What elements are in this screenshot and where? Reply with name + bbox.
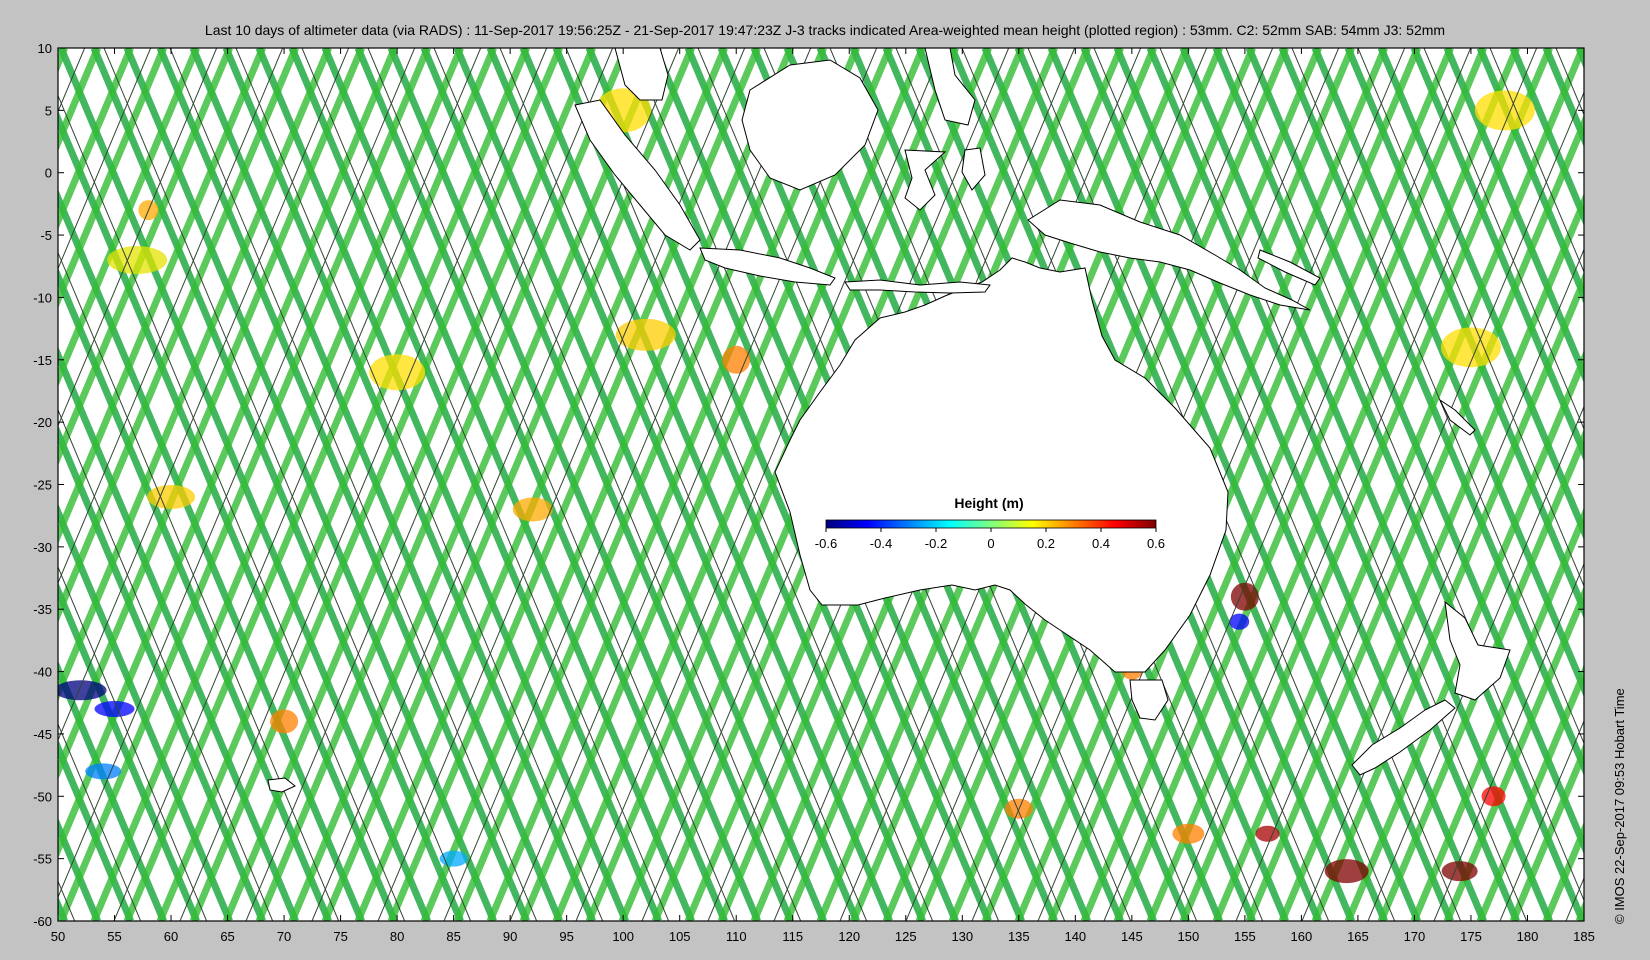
height-anomaly xyxy=(270,709,299,734)
x-tick-label: 170 xyxy=(1404,929,1426,944)
y-tick-label: 5 xyxy=(45,103,52,118)
x-tick-label: 150 xyxy=(1178,929,1200,944)
height-anomaly xyxy=(1441,861,1478,882)
x-tick-label: 110 xyxy=(726,929,747,944)
track-ascending xyxy=(1645,48,1650,921)
x-tick-label: 155 xyxy=(1234,929,1256,944)
x-tick-label: 135 xyxy=(1008,929,1030,944)
y-tick-label: -50 xyxy=(33,789,52,804)
y-tick-label: -45 xyxy=(33,727,52,742)
j3-track xyxy=(1632,48,1650,921)
x-tick-label: 95 xyxy=(559,929,573,944)
y-tick-label: -10 xyxy=(33,290,52,305)
colorbar-tick-label: 0.6 xyxy=(1147,536,1165,551)
x-tick-label: 130 xyxy=(951,929,973,944)
height-anomaly xyxy=(512,497,553,522)
track-descending xyxy=(0,48,32,921)
j3-track xyxy=(0,48,19,921)
x-tick-label: 85 xyxy=(446,929,460,944)
y-tick-label: 0 xyxy=(45,166,52,181)
x-tick-label: 100 xyxy=(612,929,634,944)
x-tick-label: 175 xyxy=(1460,929,1482,944)
colorbar-tick-label: -0.6 xyxy=(815,536,837,551)
colorbar-tick-label: -0.2 xyxy=(925,536,947,551)
x-tick-label: 115 xyxy=(782,929,803,944)
height-anomaly xyxy=(1481,786,1506,807)
imos-credit: © IMOS 22-Sep-2017 09:53 Hobart Time xyxy=(1612,688,1627,924)
colorbar-tick-label: 0.4 xyxy=(1092,536,1110,551)
colorbar-gradient xyxy=(825,519,1157,529)
track-ascending xyxy=(0,48,32,921)
y-tick-label: -5 xyxy=(40,228,52,243)
x-tick-label: 60 xyxy=(164,929,178,944)
x-tick-label: 65 xyxy=(220,929,234,944)
y-tick-label: -55 xyxy=(33,852,52,867)
x-tick-label: 140 xyxy=(1064,929,1086,944)
altimeter-map: 50 55 60 65 70 75 80 85 90 95 100 105 110 115 120 125 13… xyxy=(0,41,1650,944)
height-anomaly xyxy=(94,700,135,717)
x-tick-label: 75 xyxy=(333,929,347,944)
height-anomaly xyxy=(1255,825,1280,842)
height-anomaly xyxy=(107,246,168,275)
y-tick-label: -60 xyxy=(33,914,52,929)
colorbar-tick-label: 0.2 xyxy=(1037,536,1055,551)
x-tick-label: 185 xyxy=(1573,929,1595,944)
j3-track xyxy=(0,48,9,921)
x-tick-label: 160 xyxy=(1291,929,1313,944)
height-anomaly xyxy=(439,850,468,867)
y-tick-label: -35 xyxy=(33,602,52,617)
height-anomaly xyxy=(1172,823,1205,844)
colorbar-tick-label: 0 xyxy=(987,536,994,551)
y-tick-label: 10 xyxy=(38,41,52,56)
height-anomaly xyxy=(85,763,122,780)
x-tick-label: 165 xyxy=(1347,929,1369,944)
x-tick-label: 55 xyxy=(107,929,121,944)
colorbar-tick-label: -0.4 xyxy=(870,536,892,551)
height-anomaly xyxy=(58,680,107,701)
x-tick-label: 120 xyxy=(838,929,860,944)
height-anomaly xyxy=(1324,859,1369,884)
y-tick-label: -30 xyxy=(33,540,52,555)
y-tick-label: -40 xyxy=(33,665,52,680)
colorbar-label: Height (m) xyxy=(954,495,1023,511)
x-tick-label: 125 xyxy=(895,929,917,944)
y-tick-label: -20 xyxy=(33,415,52,430)
x-tick-label: 105 xyxy=(669,929,691,944)
y-tick-label: -25 xyxy=(33,478,52,493)
height-anomaly xyxy=(147,484,196,509)
x-tick-label: 80 xyxy=(390,929,404,944)
x-tick-label: 145 xyxy=(1121,929,1143,944)
x-tick-label: 70 xyxy=(277,929,291,944)
track-descending xyxy=(1645,48,1650,921)
x-tick-label: 50 xyxy=(51,929,65,944)
x-tick-label: 90 xyxy=(503,929,517,944)
y-tick-label: -15 xyxy=(33,353,52,368)
x-tick-label: 180 xyxy=(1517,929,1539,944)
